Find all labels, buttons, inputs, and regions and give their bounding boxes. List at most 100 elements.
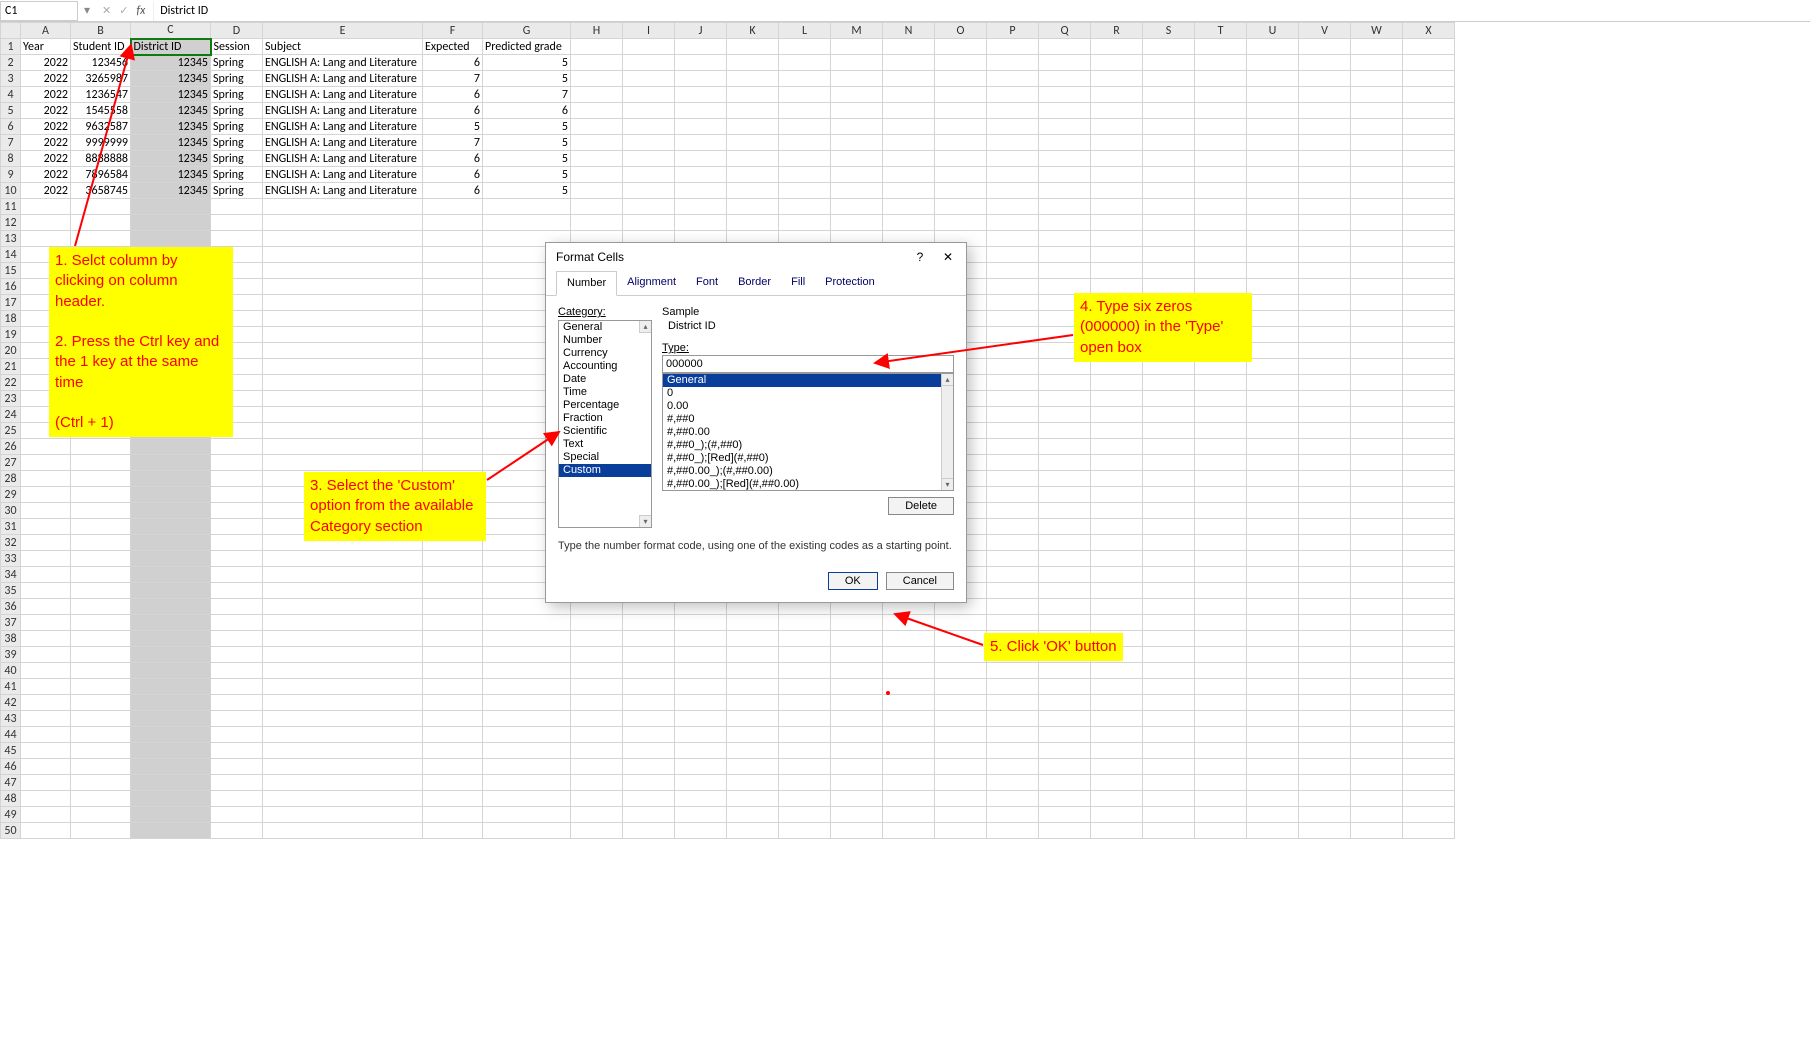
cell[interactable] (831, 55, 883, 71)
cell[interactable] (71, 503, 131, 519)
cell[interactable] (1195, 183, 1247, 199)
cell[interactable] (727, 183, 779, 199)
cell[interactable] (623, 647, 675, 663)
cell[interactable] (935, 743, 987, 759)
cell[interactable] (571, 631, 623, 647)
column-header-E[interactable]: E (263, 23, 423, 39)
cell[interactable] (1299, 615, 1351, 631)
category-item[interactable]: Number (559, 334, 651, 347)
cell[interactable] (71, 743, 131, 759)
cell[interactable] (1143, 247, 1195, 263)
cell[interactable]: 5 (483, 119, 571, 135)
cell[interactable] (211, 759, 263, 775)
cell[interactable] (727, 39, 779, 55)
column-header-S[interactable]: S (1143, 23, 1195, 39)
cell[interactable] (1299, 727, 1351, 743)
cell[interactable] (831, 775, 883, 791)
cell[interactable] (831, 215, 883, 231)
cell[interactable] (987, 263, 1039, 279)
cell[interactable] (1403, 311, 1455, 327)
cell[interactable] (1351, 711, 1403, 727)
cell[interactable] (1351, 263, 1403, 279)
cell[interactable]: 12345 (131, 151, 211, 167)
cell[interactable] (1143, 199, 1195, 215)
cell[interactable] (1143, 631, 1195, 647)
cell[interactable]: 12345 (131, 167, 211, 183)
cell[interactable] (1195, 519, 1247, 535)
cell[interactable] (1247, 487, 1299, 503)
row-header[interactable]: 47 (1, 775, 21, 791)
cell[interactable] (423, 199, 483, 215)
cell[interactable] (1039, 423, 1091, 439)
cell[interactable] (1091, 535, 1143, 551)
cell[interactable] (1299, 151, 1351, 167)
dialog-titlebar[interactable]: Format Cells ? ✕ (546, 243, 966, 271)
cell[interactable] (1247, 711, 1299, 727)
cell[interactable] (1247, 503, 1299, 519)
cell[interactable] (131, 759, 211, 775)
column-header-X[interactable]: X (1403, 23, 1455, 39)
cell[interactable] (1195, 167, 1247, 183)
cell[interactable] (131, 695, 211, 711)
row-header[interactable]: 24 (1, 407, 21, 423)
row-header[interactable]: 35 (1, 583, 21, 599)
cell[interactable] (987, 775, 1039, 791)
cell[interactable] (1299, 551, 1351, 567)
cell[interactable] (1299, 391, 1351, 407)
cell[interactable] (1091, 423, 1143, 439)
cell[interactable] (1351, 215, 1403, 231)
enter-icon[interactable]: ✓ (119, 4, 128, 17)
cell[interactable] (71, 439, 131, 455)
cell[interactable] (1091, 615, 1143, 631)
cell[interactable] (423, 775, 483, 791)
cell[interactable] (423, 615, 483, 631)
cell[interactable] (71, 199, 131, 215)
cell[interactable] (935, 679, 987, 695)
cell[interactable] (987, 359, 1039, 375)
cell[interactable] (1299, 647, 1351, 663)
cell[interactable] (987, 487, 1039, 503)
cell[interactable] (1299, 55, 1351, 71)
cell[interactable] (623, 215, 675, 231)
cell[interactable] (1247, 87, 1299, 103)
category-item[interactable]: Date (559, 373, 651, 386)
cell[interactable] (21, 615, 71, 631)
cell[interactable] (1351, 103, 1403, 119)
cell[interactable]: 6 (423, 183, 483, 199)
cell[interactable] (1299, 359, 1351, 375)
cell[interactable] (1143, 775, 1195, 791)
cell[interactable] (623, 183, 675, 199)
cell[interactable] (831, 119, 883, 135)
row-header[interactable]: 3 (1, 71, 21, 87)
cell[interactable] (423, 327, 483, 343)
cell[interactable] (1195, 743, 1247, 759)
cell[interactable] (1143, 71, 1195, 87)
cell[interactable] (1195, 663, 1247, 679)
row-header[interactable]: 43 (1, 711, 21, 727)
cell[interactable] (1403, 807, 1455, 823)
cell[interactable] (1351, 135, 1403, 151)
cell[interactable] (1299, 583, 1351, 599)
cell[interactable] (1195, 647, 1247, 663)
cell[interactable] (263, 375, 423, 391)
row-header[interactable]: 38 (1, 631, 21, 647)
cell[interactable] (1195, 87, 1247, 103)
cell[interactable] (1247, 103, 1299, 119)
cell[interactable] (1351, 151, 1403, 167)
cell[interactable] (1143, 823, 1195, 839)
cell[interactable] (779, 39, 831, 55)
cell[interactable]: 1236547 (71, 87, 131, 103)
cell[interactable] (21, 775, 71, 791)
row-header[interactable]: 29 (1, 487, 21, 503)
cell[interactable] (1299, 135, 1351, 151)
cell[interactable] (131, 775, 211, 791)
cell[interactable] (987, 135, 1039, 151)
cell[interactable]: Predicted grade (483, 39, 571, 55)
cell[interactable] (727, 807, 779, 823)
cell[interactable] (483, 759, 571, 775)
cell[interactable] (71, 791, 131, 807)
cell[interactable] (623, 71, 675, 87)
cell[interactable] (883, 87, 935, 103)
cell[interactable] (1403, 471, 1455, 487)
cell[interactable] (779, 615, 831, 631)
